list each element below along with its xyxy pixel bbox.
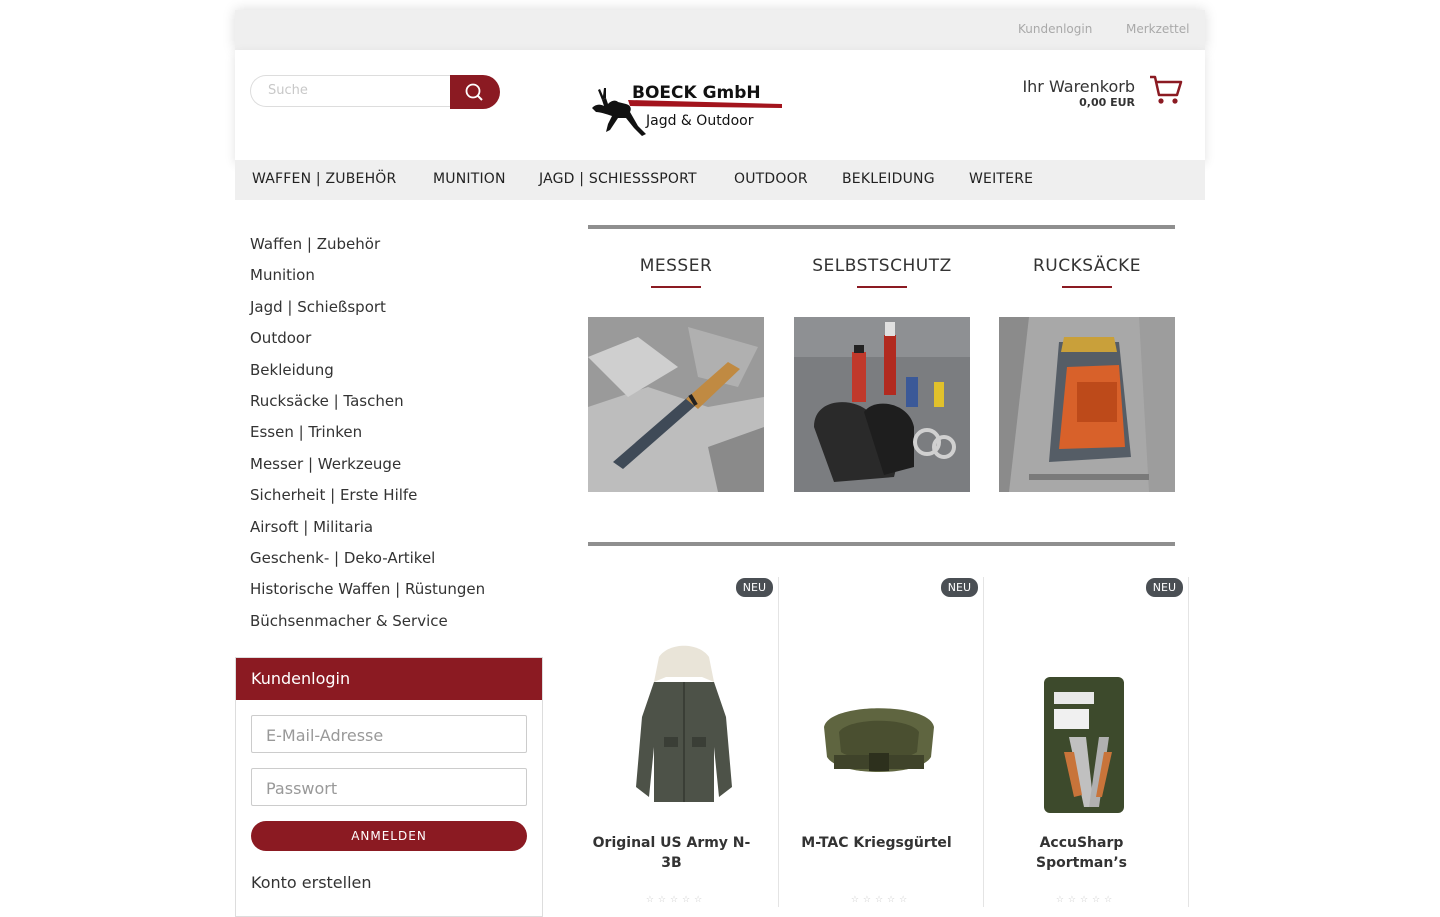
featured-title: RUCKSÄCKE [1033, 256, 1141, 276]
self-defense-image[interactable] [794, 317, 970, 492]
search-icon [465, 83, 483, 101]
title-underline [651, 286, 701, 288]
featured-category-rucksaecke[interactable]: RUCKSÄCKE [999, 256, 1175, 288]
sidebar-item-munition[interactable]: Munition [250, 265, 485, 296]
featured-title: MESSER [639, 256, 713, 276]
password-field[interactable] [251, 768, 527, 806]
title-underline [1062, 286, 1112, 288]
nav-item-bekleidung[interactable]: BEKLEIDUNG [842, 171, 935, 187]
login-title: Kundenlogin [236, 658, 542, 700]
cart-summary[interactable]: Ihr Warenkorb 0,00 EUR [1022, 77, 1135, 109]
sidebar-item-sicherheit[interactable]: Sicherheit | Erste Hilfe [250, 485, 485, 516]
sidebar-item-messer[interactable]: Messer | Werkzeuge [250, 454, 485, 485]
login-button[interactable]: ANMELDEN [251, 821, 527, 851]
backpack-image[interactable] [999, 317, 1175, 492]
wishlist-link[interactable]: Merkzettel [1126, 22, 1189, 36]
deer-logo-icon: BOECK GmbH Jagd & Outdoor [592, 83, 782, 136]
main-navigation: WAFFEN | ZUBEHÖR MUNITION JAGD | SCHIESS… [235, 160, 1205, 200]
knife-image[interactable] [588, 317, 764, 492]
top-bar: Kundenlogin Merkzettel [235, 10, 1205, 50]
login-panel: Kundenlogin ANMELDEN Konto erstellen [235, 657, 543, 917]
product-card[interactable]: NEU AccuSharp Sportman’s ☆☆☆☆☆ [984, 577, 1189, 907]
email-input[interactable] [264, 725, 518, 746]
nav-item-weitere[interactable]: WEITERE [969, 171, 1033, 187]
nav-item-munition[interactable]: MUNITION [433, 171, 506, 187]
product-name[interactable]: AccuSharp Sportman’s [994, 833, 1169, 873]
product-card[interactable]: NEU Original US Army N-3B ☆☆☆☆☆ [574, 577, 779, 907]
nav-item-outdoor[interactable]: OUTDOOR [734, 171, 808, 187]
sidebar-item-historische-waffen[interactable]: Historische Waffen | Rüstungen [250, 579, 485, 610]
rating-stars: ☆☆☆☆☆ [645, 895, 707, 905]
sidebar-item-waffen[interactable]: Waffen | Zubehör [250, 234, 485, 265]
password-input[interactable] [264, 778, 518, 799]
product-card[interactable]: NEU M-TAC Kriegsgürtel ☆☆☆☆☆ [779, 577, 984, 907]
divider [588, 542, 1175, 546]
header: BOECK GmbH Jagd & Outdoor Ihr Warenkorb … [235, 50, 1205, 160]
search-input[interactable] [266, 82, 450, 99]
new-badge: NEU [1145, 578, 1183, 597]
create-account-link[interactable]: Konto erstellen [251, 873, 372, 892]
product-name[interactable]: M-TAC Kriegsgürtel [789, 833, 964, 873]
customer-login-link[interactable]: Kundenlogin [1018, 22, 1092, 36]
featured-category-selbstschutz[interactable]: SELBSTSCHUTZ [794, 256, 970, 288]
sidebar-item-buechsenmacher[interactable]: Büchsenmacher & Service [250, 611, 485, 642]
search-button[interactable] [450, 75, 500, 109]
email-field[interactable] [251, 715, 527, 753]
sidebar-item-rucksaecke[interactable]: Rucksäcke | Taschen [250, 391, 485, 422]
product-image[interactable] [604, 637, 744, 817]
logo[interactable]: BOECK GmbH Jagd & Outdoor [590, 70, 785, 140]
rating-stars: ☆☆☆☆☆ [1055, 895, 1117, 905]
cart-title: Ihr Warenkorb [1022, 77, 1135, 96]
new-badge: NEU [940, 578, 978, 597]
sidebar-item-outdoor[interactable]: Outdoor [250, 328, 485, 359]
featured-title: SELBSTSCHUTZ [812, 256, 952, 276]
shopping-cart-icon [1150, 75, 1183, 104]
sidebar-item-essen[interactable]: Essen | Trinken [250, 422, 485, 453]
cart-total: 0,00 EUR [1079, 96, 1135, 109]
cart-button[interactable] [1149, 74, 1183, 106]
svg-text:BOECK GmbH: BOECK GmbH [632, 83, 761, 103]
sidebar-item-bekleidung[interactable]: Bekleidung [250, 360, 485, 391]
divider [588, 225, 1175, 229]
category-sidebar: Waffen | Zubehör Munition Jagd | Schießs… [250, 234, 485, 642]
nav-item-jagd[interactable]: JAGD | SCHIESSSPORT [539, 171, 697, 187]
product-image[interactable] [809, 637, 949, 817]
sidebar-item-airsoft[interactable]: Airsoft | Militaria [250, 517, 485, 548]
new-badge: NEU [735, 578, 773, 597]
rating-stars: ☆☆☆☆☆ [850, 895, 912, 905]
nav-item-waffen[interactable]: WAFFEN | ZUBEHÖR [252, 171, 396, 187]
product-image[interactable] [1014, 637, 1154, 817]
featured-category-messer[interactable]: MESSER [588, 256, 764, 288]
sidebar-item-jagd[interactable]: Jagd | Schießsport [250, 297, 485, 328]
search-box[interactable] [250, 75, 450, 107]
title-underline [857, 286, 907, 288]
sidebar-item-geschenk[interactable]: Geschenk- | Deko-Artikel [250, 548, 485, 579]
product-name[interactable]: Original US Army N-3B [584, 833, 759, 873]
svg-text:Jagd & Outdoor: Jagd & Outdoor [645, 113, 754, 129]
